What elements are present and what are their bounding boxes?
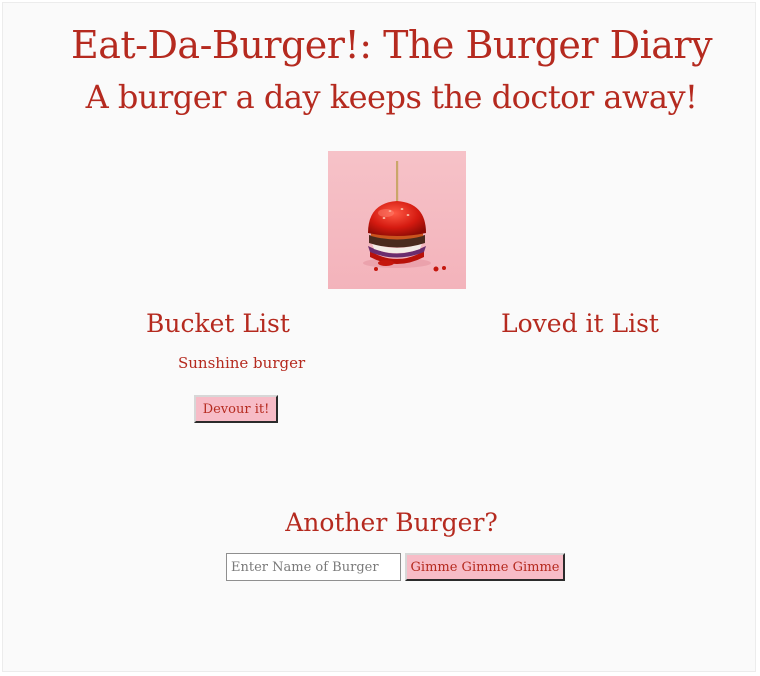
page-frame: Eat-Da-Burger!: The Burger Diary A burge…: [2, 2, 756, 672]
add-burger-heading: Another Burger?: [285, 508, 498, 537]
bucket-list-heading: Bucket List: [146, 309, 290, 338]
loved-list-heading: Loved it List: [501, 309, 659, 338]
page-title: Eat-Da-Burger!: The Burger Diary: [70, 23, 713, 67]
burger-photo: [328, 151, 466, 289]
burger-name-input[interactable]: [226, 553, 401, 581]
bucket-list-item: Sunshine burger: [178, 354, 306, 372]
submit-burger-button[interactable]: Gimme Gimme Gimme: [405, 553, 565, 581]
page-subtitle: A burger a day keeps the doctor away!: [85, 78, 698, 116]
devour-button[interactable]: Devour it!: [194, 395, 278, 423]
